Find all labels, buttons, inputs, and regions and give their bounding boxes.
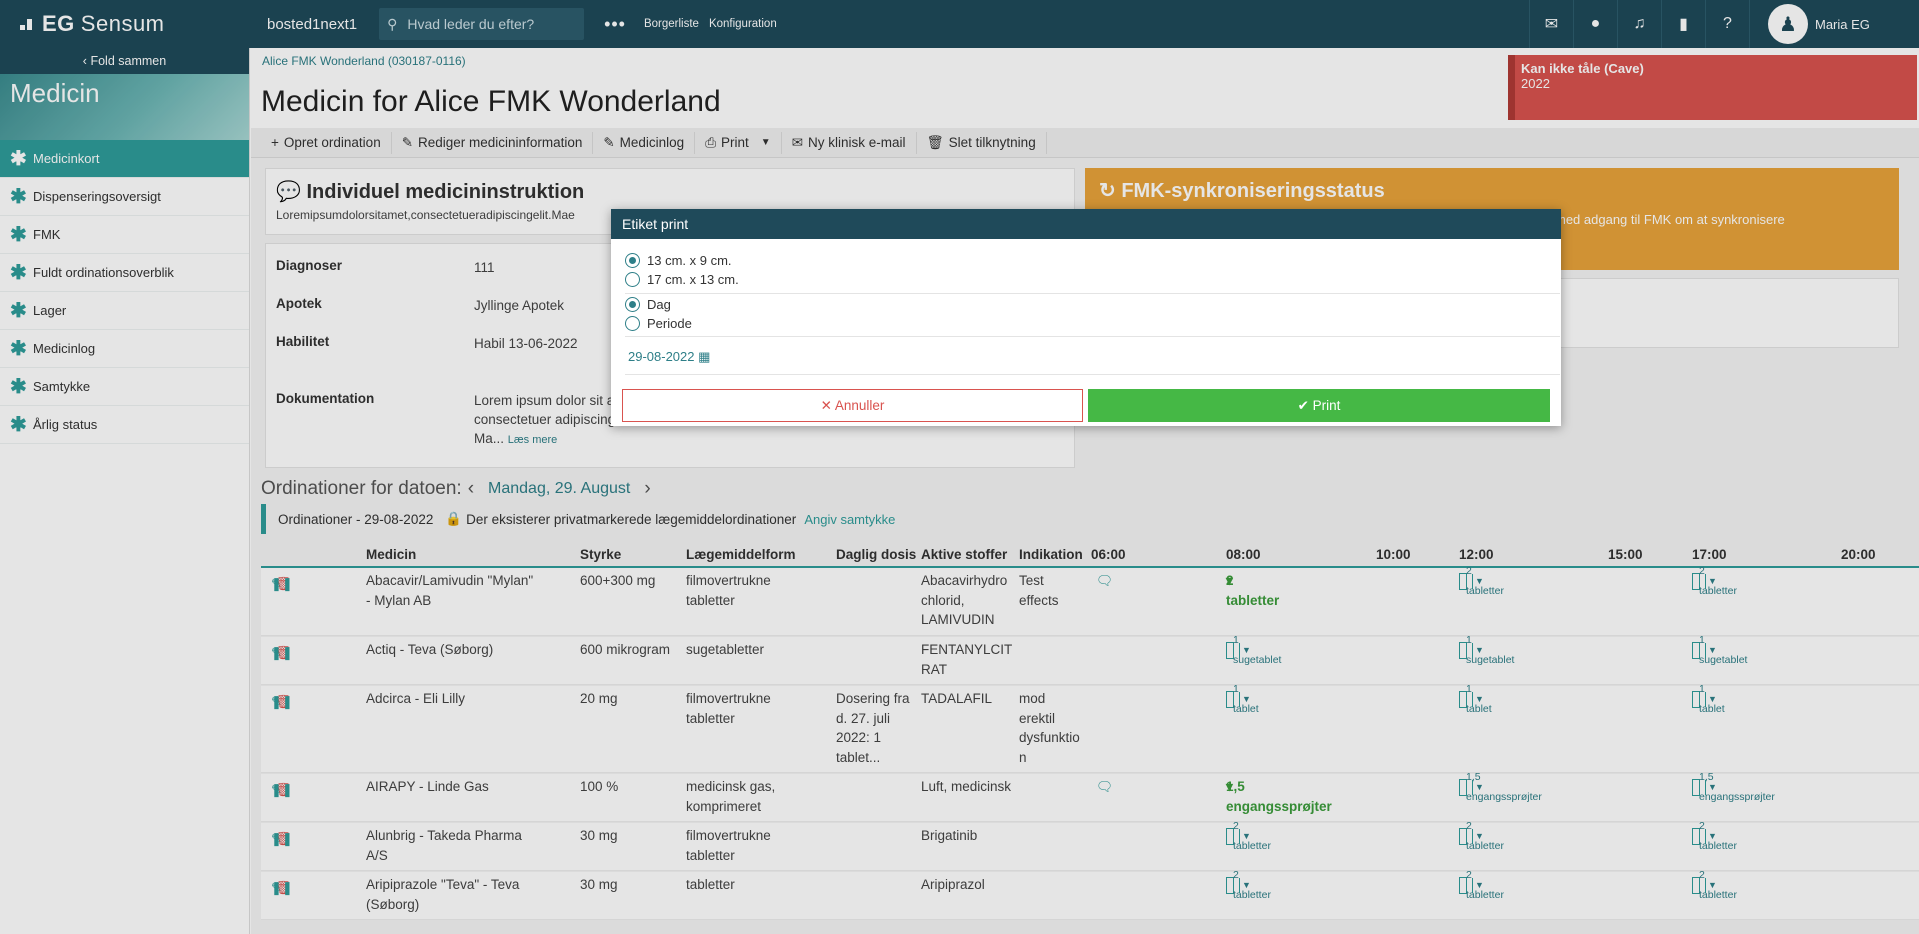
radio-icon [625, 272, 640, 287]
label-print-dialog: Etiket print 13 cm. x 9 cm. 17 cm. x 13 … [611, 209, 1561, 426]
size-option-17x13[interactable]: 17 cm. x 13 cm. [625, 272, 739, 287]
divider [625, 374, 1560, 375]
date-value: 29-08-2022 [628, 349, 695, 364]
radio-selected-icon [625, 297, 640, 312]
radio-selected-icon [625, 253, 640, 268]
size-option-label: 13 cm. x 9 cm. [647, 253, 732, 268]
period-option-label: Periode [647, 316, 692, 331]
dialog-title: Etiket print [611, 209, 1561, 239]
period-option-label: Dag [647, 297, 671, 312]
period-option-dag[interactable]: Dag [625, 297, 671, 312]
radio-icon [625, 316, 640, 331]
close-icon: ✕ [820, 398, 832, 413]
cancel-button[interactable]: ✕ Annuller [622, 389, 1083, 422]
calendar-icon: ▦ [698, 349, 711, 364]
print-confirm-button[interactable]: ✔ Print [1088, 389, 1550, 422]
modal-backdrop[interactable] [0, 0, 1919, 934]
print-label: Print [1312, 398, 1341, 413]
divider [625, 336, 1560, 337]
check-icon: ✔ [1297, 398, 1309, 413]
period-option-periode[interactable]: Periode [625, 316, 692, 331]
divider [625, 293, 1560, 294]
cancel-label: Annuller [834, 398, 885, 413]
size-option-label: 17 cm. x 13 cm. [647, 272, 739, 287]
date-picker[interactable]: 29-08-2022 ▦ [628, 349, 710, 365]
size-option-13x9[interactable]: 13 cm. x 9 cm. [625, 253, 732, 268]
